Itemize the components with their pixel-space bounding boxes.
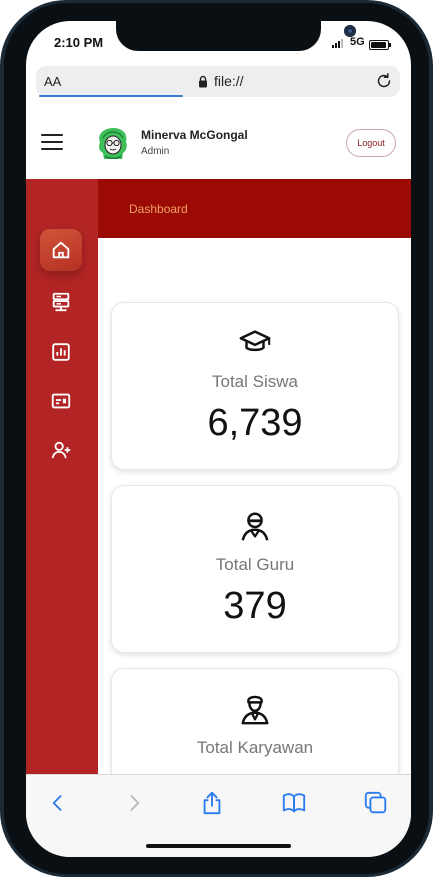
chevron-left-icon: [52, 795, 62, 811]
book-icon: [282, 793, 306, 813]
back-button[interactable]: [44, 789, 72, 817]
breadcrumb: Dashboard: [98, 179, 411, 238]
user-name: Minerva McGongal: [141, 128, 248, 142]
url-text[interactable]: file://: [214, 73, 244, 89]
notch: [116, 21, 356, 51]
camera-icon: [344, 25, 356, 37]
logout-button[interactable]: Logout: [346, 129, 396, 157]
menu-icon[interactable]: [41, 134, 63, 150]
reader-aa-button[interactable]: AA: [44, 74, 61, 89]
stat-label: Total Siswa: [212, 372, 298, 391]
phone-frame: 2:10 PM 5G AA file:// Minerva McGongal A…: [0, 0, 433, 877]
graduation-cap-icon: [237, 325, 273, 361]
phone-screen: 2:10 PM 5G AA file:// Minerva McGongal A…: [26, 21, 411, 857]
teacher-icon: [237, 508, 273, 544]
avatar: [99, 128, 127, 159]
sidebar-item-id-card[interactable]: [40, 380, 82, 422]
lock-icon: [199, 75, 207, 88]
dashboard-content: Total Siswa 6,739 Total Guru 379 Total K…: [98, 238, 411, 836]
mute-switch: [0, 140, 3, 170]
stat-card-siswa: Total Siswa 6,739: [111, 302, 399, 470]
tabs-button[interactable]: [362, 789, 390, 817]
sidebar-item-add-user[interactable]: [40, 429, 82, 471]
url-underline: [39, 95, 183, 97]
user-role: Admin: [141, 146, 170, 157]
reload-icon[interactable]: [374, 71, 394, 91]
stat-label: Total Karyawan: [196, 738, 314, 757]
share-button[interactable]: [198, 789, 226, 817]
app-header: Minerva McGongal Admin Logout: [26, 108, 411, 180]
sidebar-item-home[interactable]: [40, 229, 82, 271]
server-icon: [52, 292, 70, 312]
battery-icon: [369, 40, 391, 50]
address-bar[interactable]: AA file://: [36, 66, 400, 97]
id-card-icon: [51, 393, 71, 409]
stat-card-guru: Total Guru 379: [111, 485, 399, 653]
sidebar-item-server[interactable]: [40, 281, 82, 323]
signal-icon: [332, 39, 346, 48]
sidebar: [26, 179, 98, 779]
breadcrumb-dashboard[interactable]: Dashboard: [129, 202, 188, 216]
status-time: 2:10 PM: [54, 35, 104, 50]
network-label: 5G: [350, 36, 365, 48]
share-icon: [203, 791, 221, 815]
bar-chart-icon: [52, 343, 70, 361]
home-indicator: [146, 844, 291, 848]
bookmarks-button[interactable]: [280, 789, 308, 817]
chevron-right-icon: [130, 795, 140, 811]
stat-value: 379: [223, 585, 287, 627]
sidebar-item-chart[interactable]: [40, 331, 82, 373]
volume-up-button: [0, 200, 3, 262]
tabs-icon: [364, 791, 387, 814]
stat-label: Total Guru: [215, 555, 295, 574]
home-icon: [52, 241, 70, 259]
employee-icon: [237, 691, 273, 727]
user-plus-icon: [51, 441, 71, 459]
volume-down-button: [0, 276, 3, 338]
forward-button[interactable]: [120, 789, 148, 817]
stat-value: 6,739: [207, 402, 303, 444]
